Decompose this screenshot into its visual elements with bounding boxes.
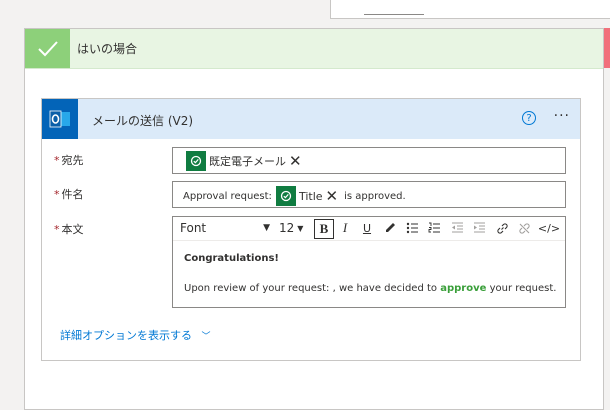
- yes-branch-container: はいの場合 メールの送信 (V2) ? ··· * 宛先 既定電子メール ✕ *…: [24, 28, 604, 410]
- more-options-icon[interactable]: ···: [554, 108, 570, 124]
- bold-button[interactable]: B: [314, 219, 334, 239]
- subject-prefix: Approval request:: [183, 190, 272, 202]
- font-size-select[interactable]: 12 ▼: [279, 219, 309, 237]
- to-label: * 宛先: [54, 154, 84, 167]
- approval-icon: [275, 186, 296, 206]
- previous-card: [330, 0, 610, 19]
- chevron-down-icon: ﹀: [201, 332, 211, 342]
- chevron-down-icon: ▼: [297, 223, 304, 233]
- rich-text-toolbar: Font ▼ 12 ▼ B I U </>: [173, 217, 565, 241]
- italic-button[interactable]: I: [336, 219, 354, 237]
- branch-title: はいの場合: [77, 42, 138, 56]
- to-token[interactable]: 既定電子メール ✕: [186, 151, 302, 171]
- no-branch-edge: [604, 28, 610, 68]
- action-header[interactable]: メールの送信 (V2) ? ···: [42, 99, 580, 139]
- subject-title-token[interactable]: Title ✕: [275, 186, 339, 206]
- body-line: Upon review of your request: , we have d…: [184, 283, 557, 294]
- underline-button[interactable]: U: [358, 219, 376, 237]
- action-title: メールの送信 (V2): [92, 114, 194, 128]
- body-editor[interactable]: Font ▼ 12 ▼ B I U </> Congratulations! U…: [172, 216, 566, 308]
- decrease-indent-icon[interactable]: [448, 219, 466, 237]
- increase-indent-icon[interactable]: [470, 219, 488, 237]
- numbered-list-icon[interactable]: [425, 219, 443, 237]
- link-icon[interactable]: [493, 219, 511, 237]
- help-icon[interactable]: ?: [522, 111, 536, 125]
- highlight-pen-icon[interactable]: [381, 219, 399, 237]
- send-email-action-card: メールの送信 (V2) ? ··· * 宛先 既定電子メール ✕ * 件名 Appr…: [41, 98, 581, 361]
- remove-token-icon[interactable]: ✕: [326, 187, 339, 205]
- subject-suffix: is approved.: [344, 190, 406, 202]
- body-label: * 本文: [54, 223, 84, 236]
- subject-field[interactable]: Approval request: Title ✕ is approved.: [172, 181, 566, 208]
- font-select[interactable]: Font ▼: [180, 219, 270, 237]
- approve-highlight: approve: [440, 283, 487, 294]
- yes-branch-header[interactable]: はいの場合: [25, 29, 603, 69]
- checkmark-icon: [25, 29, 70, 68]
- to-field[interactable]: 既定電子メール ✕: [172, 147, 566, 174]
- code-view-button[interactable]: </>: [537, 219, 561, 237]
- chevron-down-icon: ▼: [263, 223, 270, 233]
- remove-token-icon[interactable]: ✕: [289, 152, 302, 170]
- bullet-list-icon[interactable]: [403, 219, 421, 237]
- body-heading: Congratulations!: [184, 253, 279, 264]
- unlink-icon[interactable]: [515, 219, 533, 237]
- outlook-icon: [42, 99, 78, 139]
- previous-card-underline: [364, 14, 424, 15]
- show-advanced-options-link[interactable]: 詳細オプションを表示する ﹀: [60, 327, 211, 343]
- subject-label: * 件名: [54, 188, 84, 201]
- approval-icon: [186, 151, 206, 171]
